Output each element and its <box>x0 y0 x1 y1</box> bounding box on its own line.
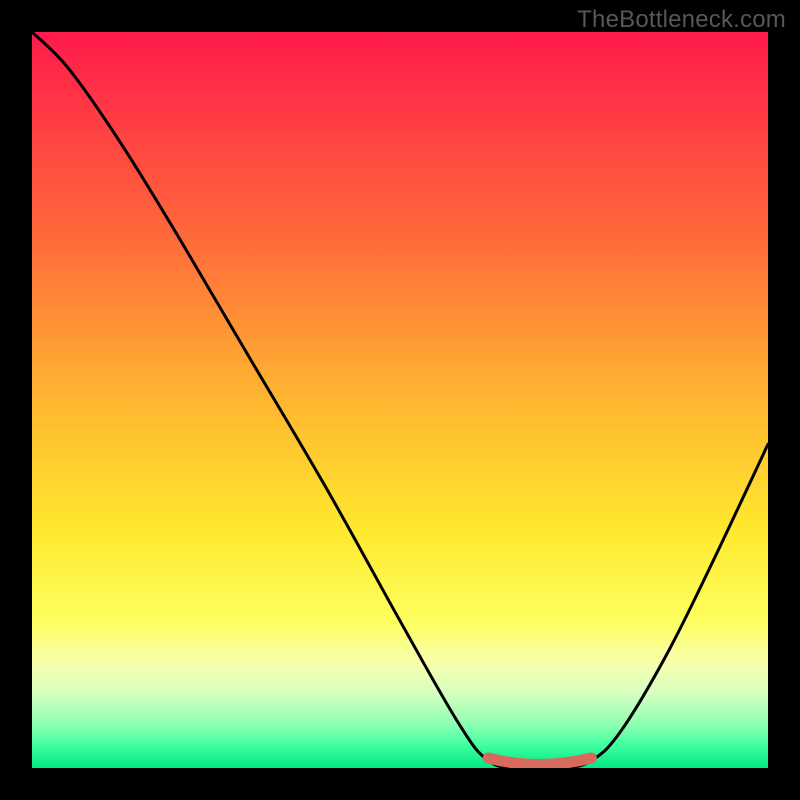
curve-layer <box>32 32 768 768</box>
optimal-range-highlight <box>488 758 591 765</box>
plot-area <box>32 32 768 768</box>
bottleneck-curve <box>32 32 768 768</box>
watermark-text: TheBottleneck.com <box>577 6 786 34</box>
chart-container: TheBottleneck.com <box>0 0 800 800</box>
